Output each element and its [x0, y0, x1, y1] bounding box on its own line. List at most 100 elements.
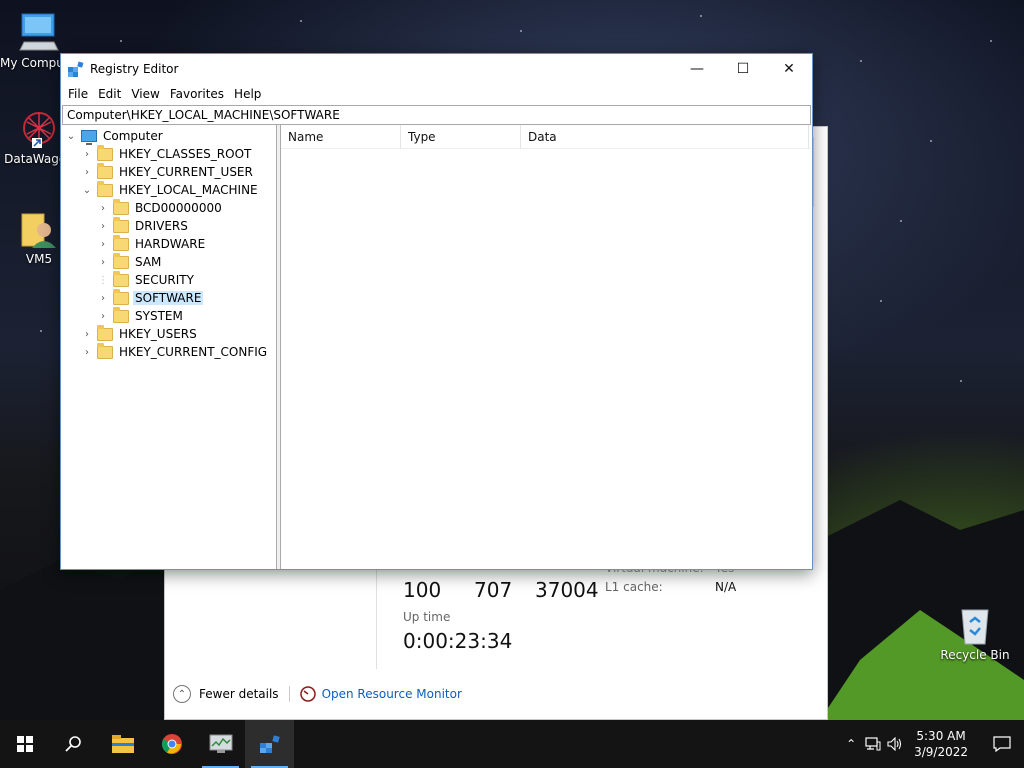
tree-item-system[interactable]: › SYSTEM	[97, 306, 185, 325]
tree-item-label: HKEY_CLASSES_ROOT	[119, 147, 252, 161]
uptime-label: Up time	[403, 610, 451, 624]
title-bar[interactable]: Registry Editor — ☐ ✕	[61, 54, 812, 84]
clock[interactable]: 5:30 AM 3/9/2022	[906, 728, 980, 760]
menu-edit[interactable]: Edit	[93, 87, 126, 101]
menu-file[interactable]: File	[63, 87, 93, 101]
search-button[interactable]	[49, 720, 98, 768]
chevron-right-icon[interactable]: ›	[97, 256, 109, 268]
task-manager-icon	[209, 734, 232, 753]
file-explorer-icon	[111, 735, 134, 753]
search-icon	[64, 736, 81, 752]
chevron-right-icon[interactable]: ›	[81, 346, 93, 358]
task-manager-divider	[376, 562, 377, 669]
folder-icon	[97, 342, 113, 359]
address-bar[interactable]: Computer\HKEY_LOCAL_MACHINE\SOFTWARE	[62, 105, 811, 125]
tree-item-label: SOFTWARE	[133, 291, 204, 305]
column-header-name[interactable]: Name	[281, 124, 401, 149]
tree-item-label: SECURITY	[135, 273, 194, 287]
registry-editor-icon	[68, 61, 84, 77]
clock-time: 5:30 AM	[916, 729, 966, 743]
tree-item-label: SYSTEM	[135, 309, 183, 323]
fewer-details-button[interactable]: Fewer details	[199, 687, 279, 701]
l1-cache-value: N/A	[715, 580, 737, 594]
start-button[interactable]	[0, 720, 49, 768]
network-icon[interactable]	[862, 720, 884, 768]
menu-view[interactable]: View	[126, 87, 164, 101]
tree-item-bcd[interactable]: › BCD00000000	[97, 198, 224, 217]
chevron-right-icon[interactable]: ›	[97, 310, 109, 322]
maximize-button[interactable]: ☐	[720, 54, 766, 84]
chevron-right-icon[interactable]: ›	[97, 292, 109, 304]
notification-button[interactable]	[980, 720, 1024, 768]
chevron-up-icon[interactable]: ⌃	[840, 720, 862, 768]
l1-cache-label: L1 cache:	[605, 580, 663, 594]
folder-icon	[97, 162, 113, 179]
tree-item-label: HKEY_CURRENT_CONFIG	[119, 345, 268, 359]
tree-item-sam[interactable]: › SAM	[97, 252, 163, 271]
menu-bar: File Edit View Favorites Help	[61, 84, 812, 104]
folder-icon	[113, 234, 129, 251]
tree-item-hkey-users[interactable]: › HKEY_USERS	[81, 324, 199, 343]
chrome-icon	[161, 734, 182, 754]
chevron-right-icon[interactable]: ›	[81, 166, 93, 178]
desktop-icon-label: Recycle Bin	[940, 648, 1010, 662]
tree-item-hkey-local-machine[interactable]: ⌄ HKEY_LOCAL_MACHINE	[81, 180, 260, 199]
column-header-data[interactable]: Data	[521, 124, 809, 149]
tree-item-security[interactable]: ⋮ SECURITY	[97, 270, 196, 289]
taskbar-registry-editor[interactable]	[245, 720, 294, 768]
chevron-down-icon[interactable]: ⌄	[65, 130, 77, 142]
tree-item-label: HKEY_USERS	[119, 327, 197, 341]
menu-help[interactable]: Help	[229, 87, 266, 101]
resource-monitor-icon	[299, 686, 316, 702]
tree-item-software[interactable]: › SOFTWARE	[97, 288, 204, 307]
folder-icon	[113, 252, 129, 269]
computer-icon	[18, 12, 60, 54]
close-button[interactable]: ✕	[766, 54, 812, 84]
tree-item-computer[interactable]: ⌄ Computer	[65, 127, 165, 145]
datawagon-shortcut-icon	[18, 108, 60, 150]
handles-count: 37004	[535, 578, 599, 602]
tree-item-label: Computer	[103, 129, 163, 143]
chevron-down-icon[interactable]: ⌄	[81, 184, 93, 196]
open-resource-monitor-link[interactable]: Open Resource Monitor	[322, 687, 462, 701]
tree-item-label: HKEY_LOCAL_MACHINE	[119, 183, 258, 197]
threads-count: 707	[474, 578, 513, 602]
chevron-right-icon[interactable]: ›	[81, 328, 93, 340]
window-title: Registry Editor	[90, 62, 179, 76]
notification-icon	[993, 736, 1011, 752]
column-header-type[interactable]: Type	[401, 124, 521, 149]
values-list-pane[interactable]: Name Type Data	[281, 124, 811, 569]
computer-icon	[81, 130, 97, 145]
system-tray: ⌃ 5:30 AM 3/9/2022	[840, 720, 1024, 768]
taskbar: ⌃ 5:30 AM 3/9/2022	[0, 720, 1024, 768]
menu-favorites[interactable]: Favorites	[165, 87, 229, 101]
folder-icon	[113, 270, 129, 287]
taskbar-task-manager[interactable]	[196, 720, 245, 768]
chevron-right-icon[interactable]: ›	[81, 148, 93, 160]
tree-item-drivers[interactable]: › DRIVERS	[97, 216, 190, 235]
folder-icon	[113, 288, 129, 305]
desktop-icon-recycle-bin[interactable]: Recycle Bin	[936, 604, 1014, 662]
folder-icon	[113, 216, 129, 233]
minimize-button[interactable]: —	[674, 54, 720, 84]
tree-item-label: HKEY_CURRENT_USER	[119, 165, 253, 179]
folder-icon	[113, 198, 129, 215]
tree-item-hkey-classes-root[interactable]: › HKEY_CLASSES_ROOT	[81, 144, 253, 163]
chevron-up-icon[interactable]: ⌃	[173, 685, 191, 703]
tree-item-hardware[interactable]: › HARDWARE	[97, 234, 207, 253]
chevron-right-icon[interactable]: ›	[97, 202, 109, 214]
taskbar-chrome[interactable]	[147, 720, 196, 768]
tree-item-label: HARDWARE	[135, 237, 206, 251]
recycle-bin-icon	[954, 604, 996, 646]
editor-panes: ⌄ Computer › HKEY_CLASSES_ROOT › HKEY_CU…	[61, 124, 812, 569]
chevron-right-icon[interactable]: ›	[97, 220, 109, 232]
chevron-right-icon[interactable]: ›	[97, 238, 109, 250]
tree-item-hkey-current-user[interactable]: › HKEY_CURRENT_USER	[81, 162, 255, 181]
key-tree-pane[interactable]: ⌄ Computer › HKEY_CLASSES_ROOT › HKEY_CU…	[61, 125, 277, 569]
registry-editor-icon	[259, 735, 280, 753]
volume-icon[interactable]	[884, 720, 906, 768]
tree-item-hkey-current-config[interactable]: › HKEY_CURRENT_CONFIG	[81, 342, 269, 361]
user-folder-icon	[18, 208, 60, 250]
taskbar-file-explorer[interactable]	[98, 720, 147, 768]
start-icon	[16, 736, 33, 752]
